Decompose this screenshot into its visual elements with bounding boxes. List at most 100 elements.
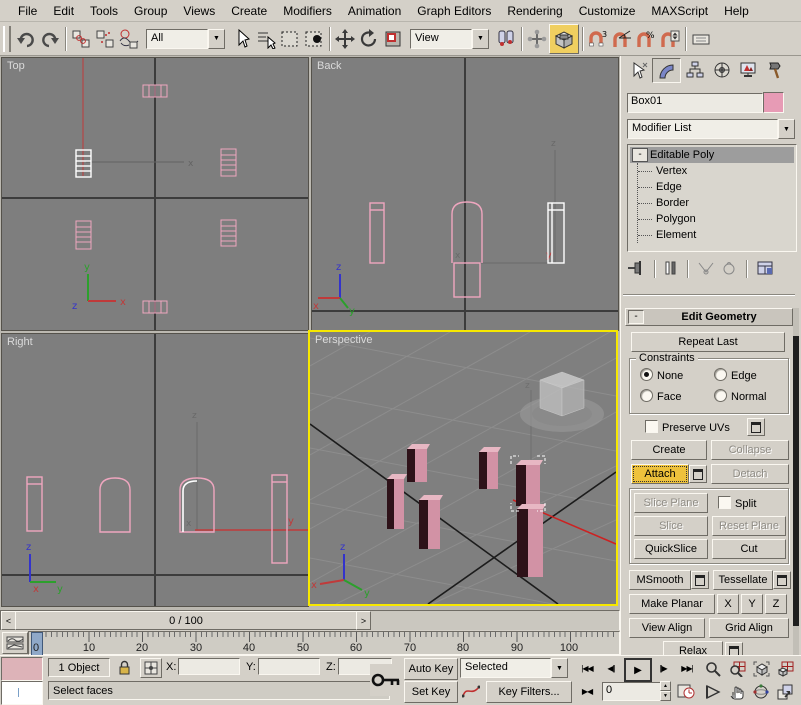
quickslice-button[interactable]: QuickSlice [634, 539, 708, 559]
previous-frame-button[interactable]: ◀|| [600, 658, 622, 678]
pan-button[interactable] [726, 681, 748, 702]
constraint-face-radio[interactable]: Face [640, 389, 681, 403]
percent-snap-toggle-button[interactable]: % [634, 27, 658, 51]
create-button[interactable]: Create [631, 440, 707, 460]
select-and-manipulate-button[interactable] [525, 27, 549, 51]
modifier-list-arrow-icon[interactable]: ▼ [778, 119, 795, 139]
panel-scrollbar[interactable] [793, 308, 799, 655]
spinner-down-icon[interactable]: ▼ [660, 691, 671, 701]
constraint-edge-radio[interactable]: Edge [714, 368, 757, 382]
time-configuration-button[interactable] [674, 681, 698, 701]
preserve-uvs-checkbox[interactable]: Preserve UVs [645, 420, 730, 434]
maxscript-listener-white[interactable] [1, 681, 43, 705]
undo-button[interactable] [14, 27, 38, 51]
msmooth-settings-button[interactable] [691, 571, 709, 589]
frame-spinner[interactable]: ▲ ▼ [660, 681, 671, 701]
collapse-button[interactable]: Collapse [711, 440, 789, 460]
time-slider-handle[interactable]: 0 / 100 [15, 611, 357, 630]
zoom-extents-all-button[interactable] [774, 658, 796, 679]
stack-item-polygon[interactable]: Polygon [638, 211, 796, 227]
configure-modifier-sets-button[interactable] [756, 260, 774, 279]
play-button[interactable]: ▶ [624, 658, 652, 682]
current-frame-field[interactable]: 0 [602, 682, 664, 701]
zoom-extents-button[interactable] [750, 658, 772, 679]
select-and-scale-button[interactable] [381, 27, 405, 51]
remove-modifier-button[interactable] [721, 260, 737, 279]
rollout-collapse-icon[interactable]: - [628, 310, 644, 324]
tessellate-button[interactable]: Tessellate [713, 570, 773, 590]
viewport-label-perspective[interactable]: Perspective [315, 334, 372, 346]
field-of-view-button[interactable] [702, 681, 724, 702]
select-object-button[interactable] [230, 27, 254, 51]
select-and-rotate-button[interactable] [357, 27, 381, 51]
make-planar-x-button[interactable]: X [717, 594, 739, 614]
detach-button[interactable]: Detach [711, 464, 789, 484]
set-key-button[interactable]: Set Key [404, 681, 458, 703]
key-filter-dropdown[interactable]: Selected ▼ [460, 658, 568, 678]
viewport-top[interactable]: x y x z Top [2, 58, 308, 330]
stack-item-edge[interactable]: Edge [638, 179, 796, 195]
reference-coordinate-system-dropdown[interactable]: View ▼ [410, 29, 489, 49]
pin-stack-button[interactable] [627, 260, 645, 279]
go-to-start-button[interactable]: |◀◀ [576, 658, 598, 678]
arc-rotate-button[interactable] [750, 681, 772, 702]
show-end-result-button[interactable] [664, 260, 678, 279]
constraint-none-radio[interactable]: None [640, 368, 683, 382]
menu-animation[interactable]: Animation [340, 1, 409, 21]
key-filters-button[interactable]: Key Filters... [486, 681, 572, 703]
auto-key-button[interactable]: Auto Key [404, 658, 458, 680]
edit-geometry-rollout-header[interactable]: - Edit Geometry [625, 308, 793, 326]
grid-align-button[interactable]: Grid Align [709, 618, 789, 638]
slice-plane-button[interactable]: Slice Plane [634, 493, 708, 513]
object-name-field[interactable]: Box01 [627, 93, 763, 113]
tab-create[interactable] [625, 58, 652, 81]
toolbar-grip[interactable] [3, 26, 11, 52]
spinner-up-icon[interactable]: ▲ [660, 681, 671, 691]
maximize-viewport-toggle-button[interactable] [774, 681, 796, 702]
key-mode-toggle-button[interactable]: ▶◀ [576, 681, 598, 701]
stack-item-editable-poly[interactable]: - Editable Poly [630, 147, 794, 163]
make-planar-y-button[interactable]: Y [741, 594, 763, 614]
keyboard-shortcut-override-button[interactable] [689, 27, 713, 51]
viewport-perspective[interactable]: z z [308, 330, 618, 606]
viewport-label-top[interactable]: Top [7, 60, 25, 72]
menu-maxscript[interactable]: MAXScript [643, 1, 716, 21]
panel-scrollbar-thumb[interactable] [793, 336, 799, 626]
stack-item-border[interactable]: Border [638, 195, 796, 211]
menu-help[interactable]: Help [716, 1, 757, 21]
cut-button[interactable]: Cut [712, 539, 786, 559]
menu-views[interactable]: Views [175, 1, 223, 21]
y-coord-field[interactable] [258, 658, 320, 675]
menu-customize[interactable]: Customize [571, 1, 644, 21]
tab-motion[interactable] [708, 58, 735, 81]
viewport-label-right[interactable]: Right [7, 336, 33, 348]
tab-hierarchy[interactable] [681, 58, 708, 81]
msmooth-button[interactable]: MSmooth [629, 570, 691, 590]
object-color-swatch[interactable] [763, 92, 784, 113]
viewport-back-canvas[interactable]: z x y z x y [312, 58, 618, 330]
go-to-end-button[interactable]: ▶▶| [676, 658, 698, 678]
attach-button[interactable]: Attach [631, 464, 689, 484]
redo-button[interactable] [38, 27, 62, 51]
view-align-button[interactable]: View Align [629, 618, 705, 638]
constraint-normal-radio[interactable]: Normal [714, 389, 766, 403]
time-slider-next-button[interactable]: > [356, 611, 371, 630]
key-filter-arrow-icon[interactable]: ▼ [551, 658, 568, 678]
select-by-name-button[interactable] [254, 27, 278, 51]
time-slider-prev-button[interactable]: < [1, 611, 16, 630]
snaps-toggle-button[interactable] [549, 24, 579, 54]
menu-rendering[interactable]: Rendering [499, 1, 570, 21]
viewport-right-canvas[interactable]: z x y z x y [2, 334, 308, 606]
viewport-top-canvas[interactable]: x y x z [2, 58, 308, 330]
zoom-button[interactable] [702, 658, 724, 679]
selection-filter-dropdown[interactable]: All ▼ [146, 29, 225, 49]
preserve-uvs-settings-button[interactable] [747, 418, 765, 436]
window-crossing-toggle-button[interactable] [302, 27, 326, 51]
menu-create[interactable]: Create [223, 1, 275, 21]
coord-system-arrow-icon[interactable]: ▼ [472, 29, 489, 49]
tab-modify[interactable] [652, 58, 681, 83]
viewport-perspective-canvas[interactable]: z z [310, 332, 616, 604]
viewport-right[interactable]: z x y z x y Right [2, 334, 308, 606]
maxscript-listener-pink[interactable] [1, 657, 43, 681]
make-planar-button[interactable]: Make Planar [629, 594, 715, 614]
